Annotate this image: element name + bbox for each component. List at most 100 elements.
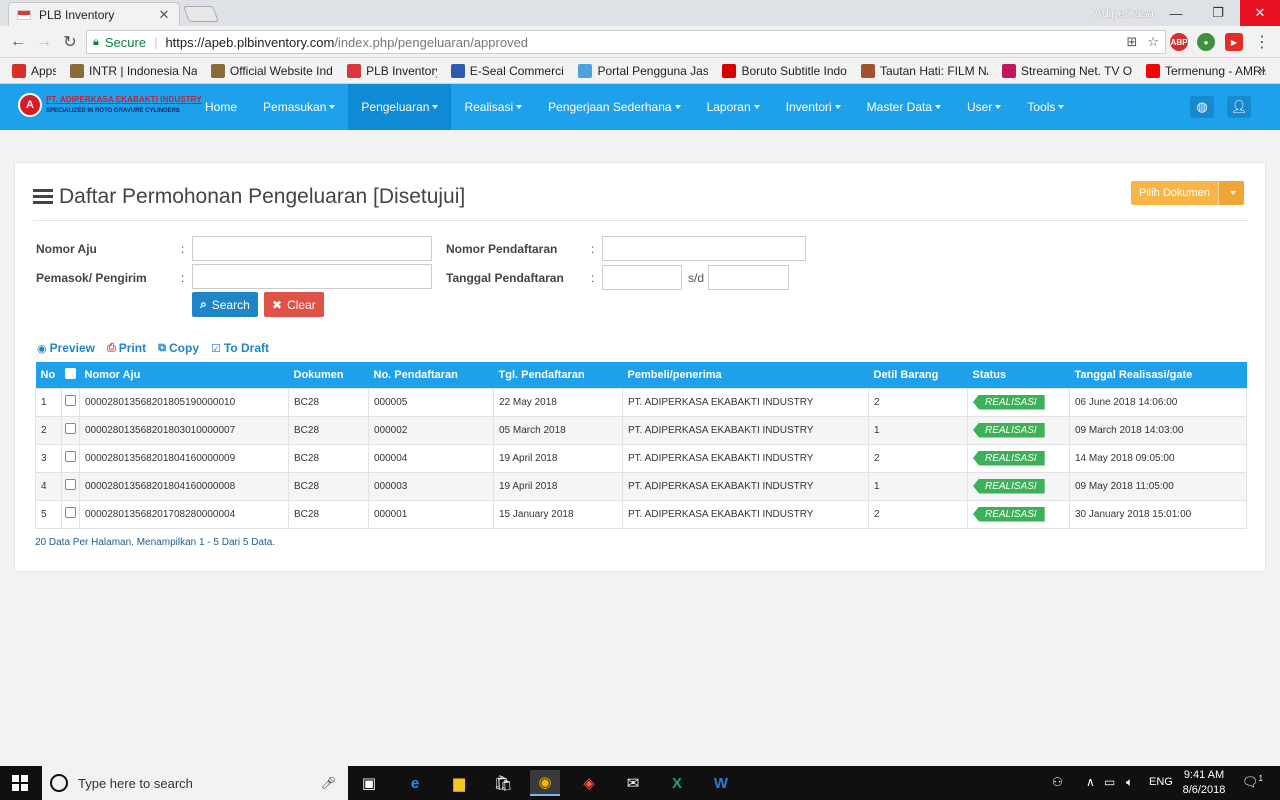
- forward-arrow-icon[interactable]: →: [34, 32, 54, 52]
- row-checkbox[interactable]: [65, 507, 76, 518]
- nomor-aju-input[interactable]: [192, 236, 432, 261]
- menu-item-master-data[interactable]: Master Data: [854, 84, 954, 130]
- back-arrow-icon[interactable]: ←: [8, 32, 28, 52]
- app-red-icon[interactable]: ◈: [574, 770, 604, 796]
- header-detil-barang[interactable]: Detil Barang: [868, 362, 968, 388]
- file-explorer-icon[interactable]: ▆: [444, 770, 474, 796]
- header-pembeli[interactable]: Pembeli/penerima: [622, 362, 869, 388]
- table-row[interactable]: 1 000028013568201805190000010 BC28 000005 22…: [35, 387, 1247, 417]
- close-window-icon[interactable]: ✕: [1240, 0, 1280, 26]
- microphone-icon[interactable]: 🎤︎: [321, 776, 336, 790]
- youtube-extension-icon[interactable]: ▶: [1225, 33, 1243, 51]
- user-icon[interactable]: 👤︎: [1227, 96, 1251, 118]
- bookmark-item[interactable]: Streaming Net. TV On: [1001, 63, 1132, 78]
- to-draft-link[interactable]: ☑ To Draft: [211, 341, 269, 355]
- windows-start-icon[interactable]: [12, 775, 28, 791]
- row-checkbox[interactable]: [65, 395, 76, 406]
- table-row[interactable]: 3 000028013568201804160000009 BC28 000004 19…: [35, 443, 1247, 473]
- language-indicator[interactable]: ENG: [1149, 776, 1173, 788]
- volume-icon[interactable]: 🔈︎: [1126, 775, 1133, 790]
- close-icon: ✖: [272, 297, 283, 312]
- company-logo[interactable]: A PT. ADIPERKASA EKABAKTI INDUSTRY SPECI…: [18, 92, 202, 122]
- word-icon[interactable]: W: [706, 770, 736, 796]
- row-checkbox[interactable]: [65, 479, 76, 490]
- excel-icon[interactable]: X: [662, 770, 692, 796]
- edge-icon[interactable]: e: [400, 770, 430, 796]
- search-button[interactable]: ⌕ Search: [192, 292, 258, 317]
- globe-extension-icon[interactable]: ●: [1197, 33, 1215, 51]
- row-checkbox[interactable]: [65, 423, 76, 434]
- pilih-dokumen-button[interactable]: Pilih Dokumen: [1131, 181, 1218, 205]
- bookmark-star-icon[interactable]: ☆: [1147, 34, 1159, 50]
- bookmark-item[interactable]: Apps: [12, 63, 56, 78]
- menu-item-tools[interactable]: Tools: [1014, 84, 1077, 130]
- menu-item-pemasukan[interactable]: Pemasukan: [250, 84, 348, 130]
- taskbar-clock[interactable]: 9:41 AM 8/6/2018: [1176, 768, 1232, 798]
- search-icon: ⌕: [200, 297, 207, 311]
- profile-name[interactable]: Adiperkasa: [1094, 6, 1154, 20]
- menu-item-laporan[interactable]: Laporan: [694, 84, 773, 130]
- reload-icon[interactable]: ↻: [60, 32, 80, 52]
- tray-chevron-icon[interactable]: ∧: [1086, 775, 1095, 789]
- mail-icon[interactable]: ✉: [618, 770, 648, 796]
- header-tgl-pendaftaran[interactable]: Tgl. Pendaftaran: [493, 362, 623, 388]
- notification-icon[interactable]: 🗨︎1: [1242, 774, 1263, 790]
- menu-item-home[interactable]: Home: [192, 84, 250, 130]
- address-bar[interactable]: 🔒︎ Secure | https://apeb.plbinventory.co…: [86, 30, 1166, 54]
- chevron-down-icon[interactable]: [1217, 181, 1244, 205]
- table-row[interactable]: 5 000028013568201708280000004 BC28 000001 15…: [35, 499, 1247, 529]
- header-tanggal-realisasi[interactable]: Tanggal Realisasi/gate: [1069, 362, 1247, 388]
- bookmark-item[interactable]: E-Seal Commercia: [450, 63, 564, 78]
- tanggal-from-input[interactable]: [602, 265, 682, 290]
- globe-icon[interactable]: ◍: [1190, 96, 1214, 118]
- menu-kebab-icon[interactable]: ⋮: [1252, 32, 1272, 52]
- taskbar-search[interactable]: Type here to search 🎤︎: [42, 766, 348, 800]
- garuda-icon: [210, 63, 225, 78]
- restore-icon[interactable]: ❐: [1198, 0, 1238, 26]
- network-icon[interactable]: ▭: [1104, 775, 1115, 789]
- bookmark-item[interactable]: PLB Inventory: [347, 63, 437, 78]
- menu-item-inventori[interactable]: Inventori: [773, 84, 854, 130]
- bookmark-item[interactable]: Official Website Indo: [210, 63, 333, 78]
- header-status[interactable]: Status: [967, 362, 1070, 388]
- header-no-pendaftaran[interactable]: No. Pendaftaran: [368, 362, 494, 388]
- chrome-icon[interactable]: ◉: [530, 770, 560, 796]
- menu-item-realisasi[interactable]: Realisasi: [451, 84, 535, 130]
- bookmark-item[interactable]: Portal Pengguna Jasa: [578, 63, 708, 78]
- header-dokumen[interactable]: Dokumen: [288, 362, 369, 388]
- table-row[interactable]: 2 000028013568201803010000007 BC28 000002 05…: [35, 415, 1247, 445]
- row-checkbox[interactable]: [65, 451, 76, 462]
- tanggal-to-input[interactable]: [708, 265, 789, 290]
- pilih-dokumen-dropdown[interactable]: Pilih Dokumen: [1131, 181, 1244, 205]
- minimize-icon[interactable]: —: [1156, 0, 1196, 26]
- print-link[interactable]: ⎙ Print: [107, 341, 146, 355]
- menu-item-user[interactable]: User: [954, 84, 1014, 130]
- header-nomor-aju[interactable]: Nomor Aju: [79, 362, 289, 388]
- bookmark-item[interactable]: Boruto Subtitle Indon: [722, 63, 847, 78]
- menu-item-pengeluaran[interactable]: Pengeluaran: [348, 84, 452, 130]
- pemasok-input[interactable]: [192, 264, 432, 289]
- adblock-icon[interactable]: ABP: [1170, 33, 1188, 51]
- nomor-pendaftaran-input[interactable]: [602, 236, 806, 261]
- people-icon[interactable]: ⚇: [1052, 775, 1063, 789]
- select-all-checkbox[interactable]: [64, 367, 76, 379]
- menu-item-pengerjaan-sederhana[interactable]: Pengerjaan Sederhana: [535, 84, 693, 130]
- browser-tab[interactable]: PLB Inventory ✕: [8, 2, 180, 26]
- store-icon[interactable]: 🛍︎: [488, 770, 518, 796]
- clear-button-label: Clear: [287, 297, 316, 312]
- cell-dokumen: BC28: [288, 415, 369, 445]
- cell-no: 2: [35, 415, 62, 445]
- clear-button[interactable]: ✖ Clear: [264, 292, 324, 317]
- translate-icon[interactable]: ⊞: [1126, 34, 1137, 50]
- task-view-icon[interactable]: ▣: [354, 770, 384, 796]
- bookmarks-overflow-icon[interactable]: »: [1259, 62, 1266, 77]
- preview-link[interactable]: ◉ Preview: [37, 341, 95, 355]
- bookmark-item[interactable]: Tautan Hati: FILM NA: [860, 63, 988, 78]
- close-tab-icon[interactable]: ✕: [157, 7, 171, 23]
- bookmark-item[interactable]: Termenung - AMRIZ: [1145, 63, 1266, 78]
- cell-tgl: 05 March 2018: [493, 415, 623, 445]
- table-row[interactable]: 4 000028013568201804160000008 BC28 000003 19…: [35, 471, 1247, 501]
- bookmark-item[interactable]: INTR | Indonesia Nati: [70, 63, 197, 78]
- copy-link[interactable]: ⧉ Copy: [158, 341, 199, 355]
- new-tab-button[interactable]: [183, 6, 219, 22]
